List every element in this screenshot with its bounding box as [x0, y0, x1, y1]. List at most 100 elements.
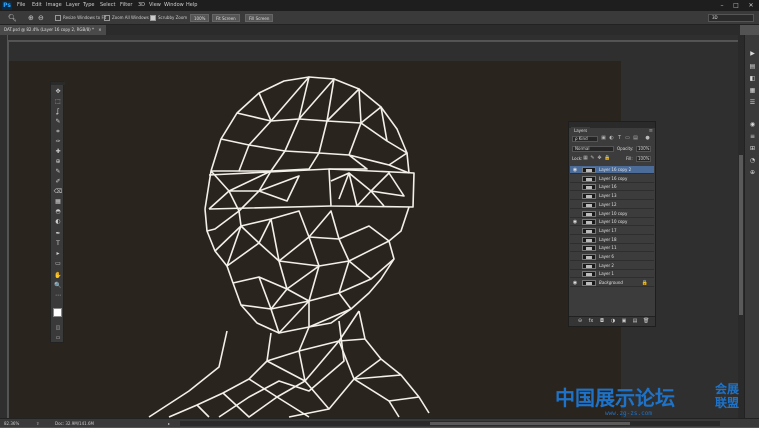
link-layers-icon[interactable]: ⊖ [577, 318, 583, 325]
crop-tool-icon[interactable]: ⌗ [53, 128, 63, 136]
paragraph-panel-icon[interactable]: ≡ [747, 133, 758, 141]
filter-shape-icon[interactable]: ▭ [625, 136, 630, 141]
visibility-eye-icon[interactable] [572, 202, 578, 208]
filter-toggle-icon[interactable]: ● [645, 136, 650, 141]
layer-row[interactable]: Layer 12 [570, 201, 654, 209]
menu-filter[interactable]: Filter [120, 0, 132, 11]
lasso-tool-icon[interactable]: ʆ [53, 108, 63, 116]
resize-windows-checkbox[interactable]: Resize Windows to Fit [55, 11, 106, 25]
filter-kind-select[interactable]: ρ Kind [572, 136, 598, 142]
visibility-eye-icon[interactable] [572, 184, 578, 190]
lock-all-icon[interactable]: 🔒 [604, 156, 610, 161]
menu-type[interactable]: Type [83, 0, 94, 11]
opacity-field[interactable]: 100% [636, 146, 651, 152]
zoom-100-button[interactable]: 100% [190, 14, 210, 22]
swatches-panel-icon[interactable]: ▦ [747, 87, 758, 95]
more-tools-icon[interactable]: ⋯ [53, 292, 63, 300]
quick-mask-icon[interactable]: ◫ [53, 324, 63, 332]
lock-pixels-icon[interactable]: ✎ [590, 156, 595, 161]
visibility-eye-icon[interactable] [572, 271, 578, 277]
fill-field[interactable]: 100% [636, 156, 651, 162]
visibility-eye-icon[interactable] [572, 237, 578, 243]
foreground-color-swatch[interactable] [53, 308, 62, 317]
layer-row[interactable]: Layer 18 [570, 236, 654, 244]
color-panel-icon[interactable]: ◧ [747, 75, 758, 83]
paths-panel-icon[interactable]: ⊕ [747, 169, 758, 177]
layer-row[interactable]: Layer 1 [570, 270, 654, 279]
tab-close-icon[interactable]: × [98, 27, 101, 32]
filter-adjustment-icon[interactable]: ◐ [609, 136, 614, 141]
new-layer-icon[interactable]: ▤ [632, 318, 638, 325]
visibility-eye-icon[interactable] [572, 245, 578, 251]
lock-position-icon[interactable]: ✥ [597, 156, 602, 161]
tools-grip[interactable] [51, 82, 65, 85]
new-group-icon[interactable]: ▣ [621, 318, 627, 325]
filter-smart-icon[interactable]: ▤ [633, 136, 638, 141]
adjustments-panel-icon[interactable]: ◉ [747, 121, 758, 129]
zoom-out-icon[interactable]: ⊖ [38, 11, 44, 25]
layer-row[interactable]: Layer 6 [570, 253, 654, 261]
scroll-thumb[interactable] [739, 155, 743, 315]
layers-panel-icon[interactable]: ⊞ [747, 145, 758, 153]
lock-transparency-icon[interactable]: ▦ [583, 156, 588, 161]
eraser-tool-icon[interactable]: ⌫ [53, 188, 63, 196]
history-brush-tool-icon[interactable]: ✐ [53, 178, 63, 186]
layer-row[interactable]: ◉ Layer 10 copy [570, 218, 654, 227]
add-mask-icon[interactable]: ◘ [599, 318, 605, 325]
workspace-select[interactable]: 3D [708, 14, 754, 22]
layer-row[interactable]: Layer 16 [570, 183, 654, 192]
layer-row[interactable]: ◉ Background 🔒 [570, 279, 654, 288]
menu-edit[interactable]: Edit [32, 0, 42, 11]
layer-row[interactable]: Layer 2 [570, 262, 654, 270]
visibility-eye-icon[interactable]: ◉ [572, 167, 578, 173]
layer-row[interactable]: Layer 13 [570, 192, 654, 201]
document-canvas[interactable] [9, 61, 621, 418]
quick-select-tool-icon[interactable]: ✎ [53, 118, 63, 126]
menu-image[interactable]: Image [46, 0, 62, 11]
h-scroll-thumb[interactable] [430, 422, 630, 425]
visibility-eye-icon[interactable]: ◉ [572, 219, 578, 225]
layers-tab[interactable]: Layers [571, 127, 591, 134]
menu-view[interactable]: View [149, 0, 161, 11]
hand-tool-icon[interactable]: ✋ [53, 272, 63, 280]
visibility-eye-icon[interactable] [572, 193, 578, 199]
pen-tool-icon[interactable]: ✒ [53, 230, 63, 238]
scrubby-zoom-checkbox[interactable]: Scrubby Zoom [150, 11, 187, 25]
brush-tool-icon[interactable]: ⊕ [53, 158, 63, 166]
add-layer-style-icon[interactable]: fx [588, 318, 594, 325]
maximize-button[interactable]: □ [729, 0, 743, 11]
filter-type-icon[interactable]: T [617, 136, 622, 141]
blur-tool-icon[interactable]: ◓ [53, 208, 63, 216]
type-tool-icon[interactable]: T [53, 240, 63, 248]
path-select-tool-icon[interactable]: ▸ [53, 250, 63, 258]
zoom-in-icon[interactable]: ⊕ [28, 11, 34, 25]
fit-screen-button[interactable]: Fit Screen [212, 14, 240, 22]
menu-window[interactable]: Window [164, 0, 184, 11]
minimize-button[interactable]: – [715, 0, 729, 11]
eyedropper-tool-icon[interactable]: ✑ [53, 138, 63, 146]
visibility-eye-icon[interactable] [572, 228, 578, 234]
visibility-eye-icon[interactable] [572, 211, 578, 217]
properties-panel-icon[interactable]: ☰ [747, 99, 758, 107]
dodge-tool-icon[interactable]: ◐ [53, 218, 63, 226]
zoom-all-checkbox[interactable]: Zoom All Windows [104, 11, 149, 25]
visibility-eye-icon[interactable] [572, 254, 578, 260]
zoom-tool-icon[interactable]: 🔍 [53, 282, 63, 290]
filter-pixel-icon[interactable]: ▣ [601, 136, 606, 141]
menu-help[interactable]: Help [186, 0, 197, 11]
layer-row[interactable]: ◉ Layer 16 copy 2 [570, 166, 654, 174]
panel-menu-icon[interactable]: ≡ [649, 128, 653, 134]
layer-row[interactable]: Layer 16 copy [570, 175, 654, 183]
channels-panel-icon[interactable]: ◔ [747, 157, 758, 165]
blend-mode-select[interactable]: Normal [572, 146, 614, 152]
history-panel-icon[interactable]: ▤ [747, 63, 758, 71]
visibility-eye-icon[interactable] [572, 176, 578, 182]
layer-row[interactable]: Layer 10 copy [570, 210, 654, 218]
menu-3d[interactable]: 3D [138, 0, 145, 11]
layer-row[interactable]: Layer 17 [570, 227, 654, 235]
zoom-icon[interactable]: 🔍︎ [8, 11, 17, 25]
healing-tool-icon[interactable]: ✚ [53, 148, 63, 156]
shape-tool-icon[interactable]: ▭ [53, 260, 63, 268]
menu-file[interactable]: File [17, 0, 25, 11]
expand-panels-icon[interactable]: ▶ [747, 50, 758, 58]
